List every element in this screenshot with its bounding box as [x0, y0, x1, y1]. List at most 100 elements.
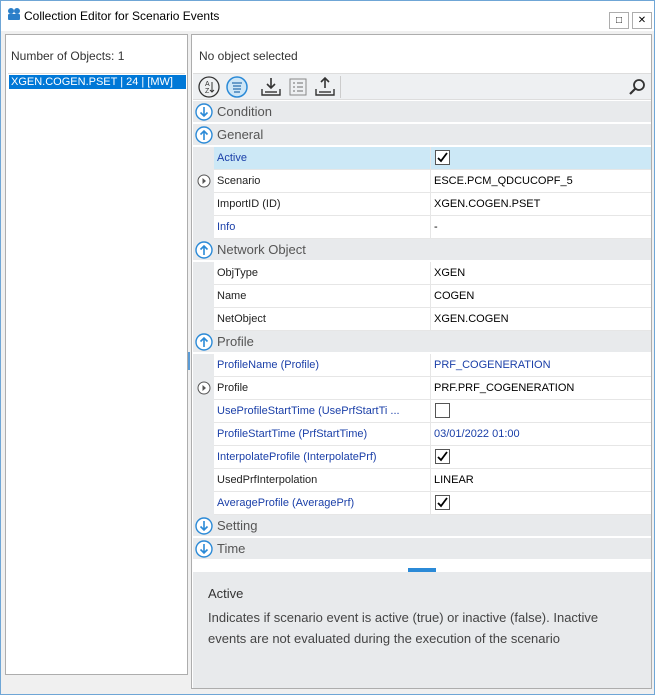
category-condition[interactable]: Condition	[193, 101, 651, 123]
category-setting[interactable]: Setting	[193, 515, 651, 537]
row-gutter	[193, 216, 214, 239]
property-toolbar: A Z	[193, 73, 651, 100]
collapse-icon[interactable]	[195, 241, 213, 259]
property-name[interactable]: Active	[214, 147, 431, 170]
property-row-profilename[interactable]: ProfileName (Profile) PRF_COGENERATION	[193, 354, 651, 377]
sort-categorized-icon[interactable]	[225, 76, 249, 98]
property-value[interactable]: XGEN.COGEN.PSET	[431, 193, 651, 216]
category-general[interactable]: General	[193, 124, 651, 146]
svg-text:A: A	[205, 81, 210, 88]
search-box[interactable]	[340, 76, 650, 98]
object-list[interactable]: XGEN.COGEN.PSET | 24 | [MW]	[8, 73, 186, 673]
category-network-object[interactable]: Network Object	[193, 239, 651, 261]
category-label: Condition	[217, 104, 272, 119]
property-name[interactable]: UseProfileStartTime (UsePrfStartTi ...	[214, 400, 431, 423]
property-panel: No object selected A Z Condition General…	[191, 34, 652, 689]
maximize-button[interactable]: □	[609, 12, 629, 29]
property-value[interactable]	[431, 147, 651, 170]
property-row-useprofilestarttime[interactable]: UseProfileStartTime (UsePrfStartTi ...	[193, 400, 651, 423]
row-gutter	[193, 262, 214, 285]
category-time[interactable]: Time	[193, 538, 651, 560]
property-row-usedprfinterpolation[interactable]: UsedPrfInterpolation LINEAR	[193, 469, 651, 492]
object-list-panel: Number of Objects: 1 XGEN.COGEN.PSET | 2…	[5, 34, 188, 675]
property-row-profile[interactable]: Profile PRF.PRF_COGENERATION	[193, 377, 651, 400]
property-row-netobject[interactable]: NetObject XGEN.COGEN	[193, 308, 651, 331]
property-name[interactable]: ObjType	[214, 262, 431, 285]
property-value[interactable]	[431, 446, 651, 469]
search-icon[interactable]	[628, 78, 646, 96]
averageprofile-checkbox[interactable]	[435, 495, 450, 510]
collection-editor-window: Collection Editor for Scenario Events □ …	[0, 0, 655, 695]
property-value[interactable]: 03/01/2022 01:00	[431, 423, 651, 446]
export-icon[interactable]	[313, 76, 337, 98]
property-value[interactable]	[431, 400, 651, 423]
property-name[interactable]: NetObject	[214, 308, 431, 331]
selection-status: No object selected	[199, 49, 298, 63]
property-value[interactable]: ESCE.PCM_QDCUCOPF_5	[431, 170, 651, 193]
panel-splitter[interactable]	[188, 352, 190, 370]
property-value[interactable]: XGEN	[431, 262, 651, 285]
row-gutter	[193, 377, 214, 400]
description-text: Indicates if scenario event is active (t…	[208, 610, 599, 646]
property-row-info[interactable]: Info -	[193, 216, 651, 239]
row-gutter	[193, 469, 214, 492]
property-name[interactable]: ImportID (ID)	[214, 193, 431, 216]
property-name[interactable]: Info	[214, 216, 431, 239]
title-bar: Collection Editor for Scenario Events □ …	[1, 1, 654, 31]
property-name[interactable]: Scenario	[214, 170, 431, 193]
property-value[interactable]: -	[431, 216, 651, 239]
property-value[interactable]: COGEN	[431, 285, 651, 308]
import-icon[interactable]	[259, 76, 283, 98]
row-gutter	[193, 492, 214, 515]
property-value[interactable]: XGEN.COGEN	[431, 308, 651, 331]
property-value[interactable]: PRF.PRF_COGENERATION	[431, 377, 651, 400]
expand-icon[interactable]	[195, 540, 213, 558]
property-name[interactable]: ProfileStartTime (PrfStartTime)	[214, 423, 431, 446]
description-splitter[interactable]	[193, 560, 651, 568]
property-name[interactable]: Name	[214, 285, 431, 308]
window-title: Collection Editor for Scenario Events	[24, 9, 220, 23]
navigate-icon[interactable]	[197, 381, 211, 395]
property-value[interactable]	[431, 492, 651, 515]
row-gutter	[193, 354, 214, 377]
collapse-icon[interactable]	[195, 126, 213, 144]
property-row-profilestarttime[interactable]: ProfileStartTime (PrfStartTime) 03/01/20…	[193, 423, 651, 446]
property-name[interactable]: ProfileName (Profile)	[214, 354, 431, 377]
category-label: Time	[217, 541, 246, 556]
row-gutter	[193, 446, 214, 469]
property-row-averageprofile[interactable]: AverageProfile (AveragePrf)	[193, 492, 651, 515]
property-row-name[interactable]: Name COGEN	[193, 285, 651, 308]
list-icon[interactable]	[286, 76, 310, 98]
object-list-item[interactable]: XGEN.COGEN.PSET | 24 | [MW]	[9, 75, 186, 89]
property-value[interactable]: LINEAR	[431, 469, 651, 492]
row-gutter	[193, 285, 214, 308]
row-gutter	[193, 308, 214, 331]
category-label: Network Object	[217, 242, 306, 257]
property-row-interpolateprofile[interactable]: InterpolateProfile (InterpolatePrf)	[193, 446, 651, 469]
property-name[interactable]: UsedPrfInterpolation	[214, 469, 431, 492]
category-profile[interactable]: Profile	[193, 331, 651, 353]
expand-icon[interactable]	[195, 517, 213, 535]
navigate-icon[interactable]	[197, 174, 211, 188]
object-count-label: Number of Objects: 1	[11, 49, 125, 63]
category-label: Profile	[217, 334, 254, 349]
row-gutter	[193, 147, 214, 170]
close-button[interactable]: ✕	[632, 12, 652, 29]
interpolateprofile-checkbox[interactable]	[435, 449, 450, 464]
sort-alphabetical-icon[interactable]: A Z	[197, 76, 221, 98]
property-row-scenario[interactable]: Scenario ESCE.PCM_QDCUCOPF_5	[193, 170, 651, 193]
property-row-importid[interactable]: ImportID (ID) XGEN.COGEN.PSET	[193, 193, 651, 216]
category-label: General	[217, 127, 264, 142]
row-gutter	[193, 170, 214, 193]
app-icon	[8, 8, 20, 20]
expand-icon[interactable]	[195, 103, 213, 121]
useprofilestarttime-checkbox[interactable]	[435, 403, 450, 418]
property-value[interactable]: PRF_COGENERATION	[431, 354, 651, 377]
property-name[interactable]: InterpolateProfile (InterpolatePrf)	[214, 446, 431, 469]
property-row-active[interactable]: Active	[193, 147, 651, 170]
active-checkbox[interactable]	[435, 150, 450, 165]
property-name[interactable]: AverageProfile (AveragePrf)	[214, 492, 431, 515]
collapse-icon[interactable]	[195, 333, 213, 351]
property-row-objtype[interactable]: ObjType XGEN	[193, 262, 651, 285]
property-name[interactable]: Profile	[214, 377, 431, 400]
